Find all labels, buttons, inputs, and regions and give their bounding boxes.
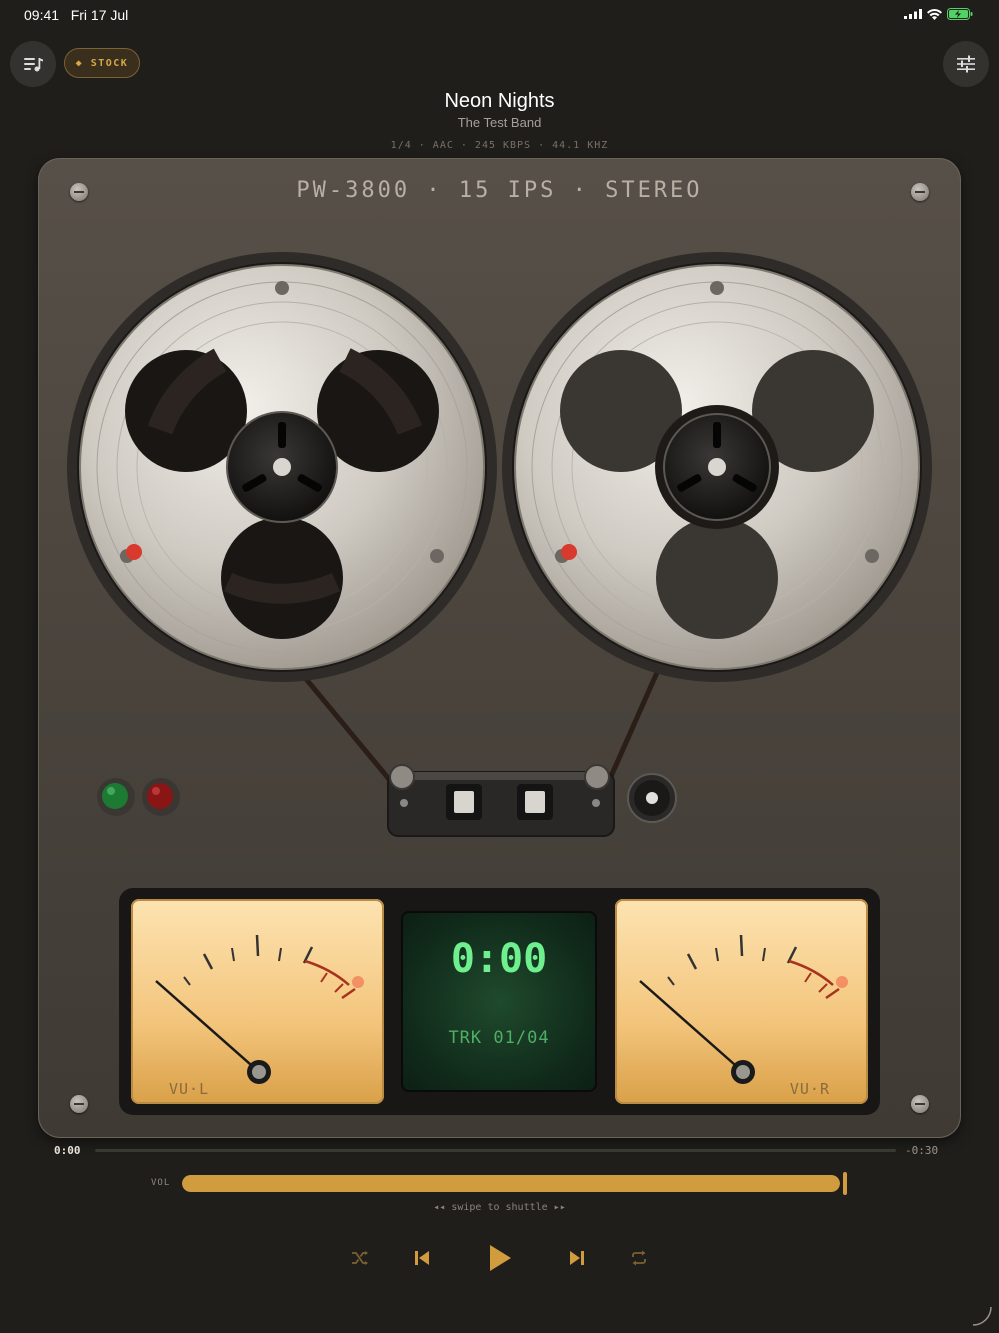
right-reel xyxy=(502,252,932,682)
shuffle-button[interactable] xyxy=(340,1238,380,1278)
vu-meter-left: VU·L xyxy=(131,899,384,1104)
next-icon xyxy=(570,1251,584,1265)
vu-meter-right: VU·R xyxy=(615,899,868,1104)
vu-meter-right-scale xyxy=(639,934,848,1084)
power-indicator-lamp xyxy=(97,778,135,816)
lcd-time: 0:00 xyxy=(450,936,548,982)
right-reel-marker xyxy=(561,544,577,560)
resize-corner-icon xyxy=(972,1306,992,1326)
record-indicator-lamp xyxy=(142,778,180,816)
tape-path-left xyxy=(295,666,400,792)
volume-label: VOL xyxy=(151,1178,171,1188)
volume-fill xyxy=(182,1175,840,1192)
left-reel xyxy=(67,252,497,682)
shuffle-icon xyxy=(352,1251,368,1265)
lcd-track-number: TRK 01/04 xyxy=(448,1028,550,1048)
shuttle-hint: ◂◂ swipe to shuttle ▸▸ xyxy=(433,1202,566,1213)
next-track-button[interactable] xyxy=(557,1238,597,1278)
previous-track-button[interactable] xyxy=(402,1238,442,1278)
remaining-time: -0:30 xyxy=(905,1144,939,1157)
reel-transport-graphic xyxy=(67,252,932,837)
elapsed-time: 0:00 xyxy=(54,1144,81,1157)
vu-right-label: VU·R xyxy=(789,1080,830,1098)
vu-meter-left-scale xyxy=(155,934,364,1084)
vu-left-label: VU·L xyxy=(169,1080,210,1098)
pinch-roller xyxy=(627,773,677,823)
volume-slider[interactable] xyxy=(182,1175,840,1192)
repeat-button[interactable] xyxy=(619,1238,659,1278)
play-icon xyxy=(490,1245,511,1271)
tape-head-assembly xyxy=(387,764,615,837)
previous-icon xyxy=(415,1251,429,1265)
volume-handle[interactable] xyxy=(843,1172,847,1195)
progress-scrubber[interactable] xyxy=(95,1149,896,1152)
play-button[interactable] xyxy=(478,1238,522,1278)
left-reel-marker xyxy=(126,544,142,560)
repeat-icon xyxy=(632,1250,646,1266)
lcd-display: 0:00 TRK 01/04 xyxy=(401,911,597,1092)
